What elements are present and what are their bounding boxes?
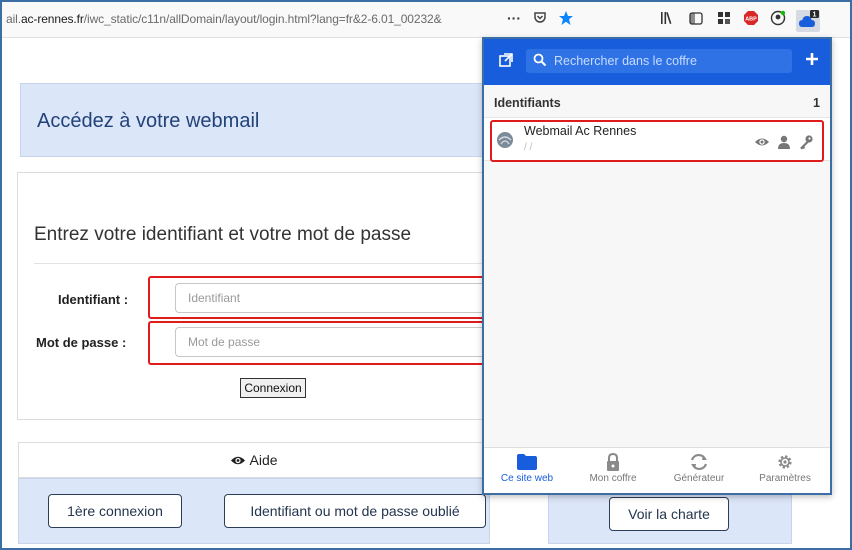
- login-item-name: Webmail Ac Rennes: [524, 124, 637, 138]
- help-label: Aide: [249, 452, 278, 468]
- add-item-icon[interactable]: [802, 52, 822, 72]
- account-help-panel: 1ère connexion Identifiant ou mot de pas…: [18, 478, 490, 544]
- adblock-plus-icon[interactable]: ABP: [741, 10, 761, 30]
- login-item[interactable]: Webmail Ac Rennes / /: [484, 117, 830, 161]
- copy-password-key-icon[interactable]: [798, 134, 814, 150]
- username-input[interactable]: [175, 283, 495, 313]
- tab-vault[interactable]: Mon coffre: [570, 448, 656, 494]
- bitwarden-badge: 1: [813, 12, 817, 19]
- refresh-icon: [690, 453, 708, 471]
- url-path: /iwc_static/c11n/allDomain/layout/login.…: [83, 12, 442, 26]
- login-form-panel: Entrez votre identifiant et votre mot de…: [17, 172, 495, 420]
- page-actions-icon[interactable]: ···: [504, 8, 524, 28]
- gear-icon: [778, 455, 792, 469]
- help-link[interactable]: Aide: [18, 442, 490, 478]
- extension-grid-icon[interactable]: [714, 10, 734, 30]
- password-input[interactable]: [175, 327, 495, 357]
- password-label: Mot de passe :: [36, 335, 127, 350]
- login-heading: Entrez votre identifiant et votre mot de…: [34, 224, 412, 245]
- divider: [34, 263, 489, 264]
- pocket-icon[interactable]: [530, 10, 550, 30]
- vault-search[interactable]: [526, 49, 792, 73]
- folder-icon: [517, 454, 537, 470]
- svg-text:ABP: ABP: [745, 17, 757, 23]
- vault-search-input[interactable]: [554, 52, 786, 70]
- view-item-eye-icon[interactable]: [754, 134, 770, 150]
- popout-icon[interactable]: [496, 52, 516, 72]
- bookmark-star-icon[interactable]: [556, 10, 576, 30]
- url-domain: ac-rennes.fr: [20, 12, 84, 26]
- eye-icon: [231, 456, 246, 465]
- address-bar[interactable]: ail.ac-rennes.fr/iwc_static/c11n/allDoma…: [6, 12, 484, 26]
- first-login-button[interactable]: 1ère connexion: [48, 494, 182, 528]
- tab-label: Ce site web: [500, 473, 554, 484]
- tab-label: Générateur: [673, 473, 725, 484]
- tab-label: Paramètres: [759, 473, 811, 484]
- browser-toolbar: ail.ac-rennes.fr/iwc_static/c11n/allDoma…: [2, 2, 850, 38]
- header-panel: Accédez à votre webmail: [20, 83, 490, 157]
- sidebar-icon[interactable]: [686, 10, 706, 30]
- account-extension-icon[interactable]: [768, 10, 788, 30]
- connect-button[interactable]: Connexion: [240, 378, 306, 398]
- page-title: Accédez à votre webmail: [37, 110, 260, 132]
- site-favicon-icon: [497, 132, 513, 148]
- search-icon: [533, 53, 547, 67]
- tab-label: Mon coffre: [589, 473, 637, 484]
- section-count: 1: [813, 96, 820, 110]
- copy-username-icon[interactable]: [776, 134, 792, 150]
- url-prefix: ail.: [6, 12, 21, 26]
- lock-icon: [607, 453, 619, 471]
- tab-current-site[interactable]: Ce site web: [484, 448, 570, 494]
- popup-body: Identifiants 1 Webmail Ac Rennes / /: [484, 85, 830, 447]
- view-charter-button[interactable]: Voir la charte: [609, 497, 729, 531]
- popup-header: [484, 39, 830, 85]
- forgot-credentials-button[interactable]: Identifiant ou mot de passe oublié: [224, 494, 486, 528]
- tab-settings[interactable]: Paramètres: [742, 448, 828, 494]
- section-title: Identifiants: [494, 96, 561, 110]
- username-label: Identifiant :: [58, 292, 129, 307]
- bitwarden-popup: Identifiants 1 Webmail Ac Rennes / / Ce …: [482, 37, 832, 495]
- bitwarden-extension-icon[interactable]: 1: [796, 10, 820, 32]
- login-item-username: / /: [524, 142, 533, 153]
- popup-tab-bar: Ce site web Mon coffre Générateur Paramè…: [484, 447, 830, 493]
- tab-generator[interactable]: Générateur: [656, 448, 742, 494]
- library-icon[interactable]: [658, 10, 678, 30]
